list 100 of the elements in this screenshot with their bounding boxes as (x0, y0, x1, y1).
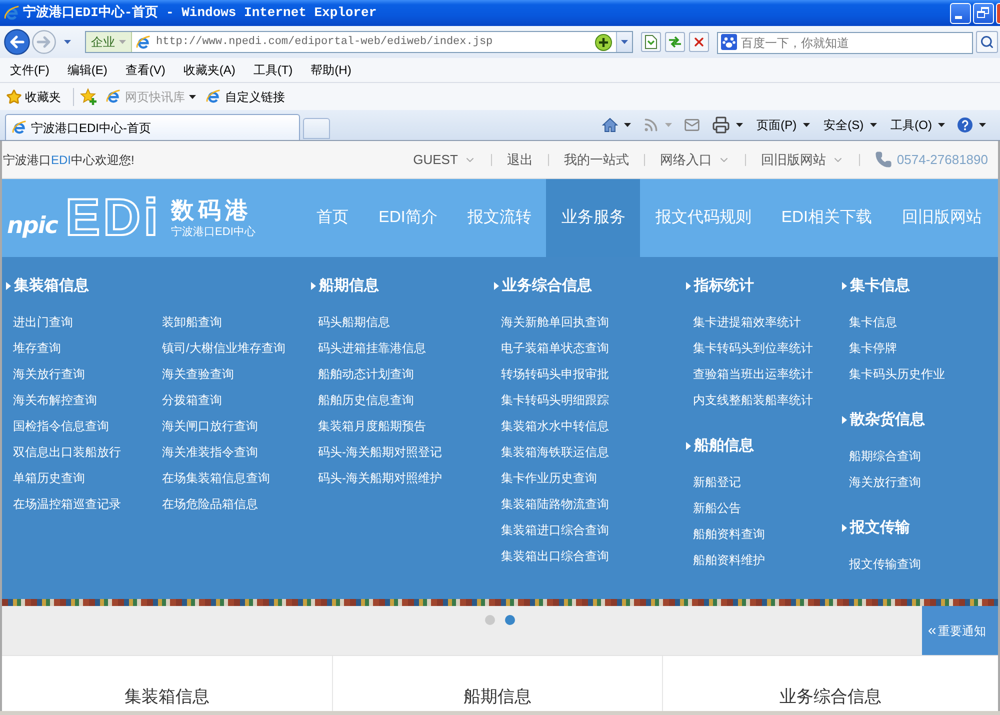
favorites-button[interactable]: 收藏夹 (6, 88, 67, 106)
close-button[interactable] (996, 2, 1000, 24)
refresh-button[interactable] (665, 32, 685, 52)
home-button[interactable] (602, 117, 631, 133)
print-button[interactable] (712, 116, 743, 134)
top-link[interactable]: 网络入口 (644, 150, 745, 170)
notice-tab[interactable]: 重要通知 (922, 606, 998, 655)
nav-item[interactable]: 报文代码规则 (640, 179, 766, 257)
menu-link[interactable]: 码头-海关船期对照维护 (318, 470, 442, 486)
menu-link[interactable]: 内支线整船装船率统计 (693, 392, 813, 408)
menu-link[interactable]: 双信息出口装船放行 (13, 444, 121, 460)
welcome-text: 宁波港口 EDI中心欢迎您! (2, 152, 134, 168)
menu-link[interactable]: 集装箱出口综合查询 (501, 548, 610, 564)
menu-link[interactable]: 转场转码头申报审批 (501, 366, 610, 382)
menu-link[interactable]: 电子装箱单状态查询 (501, 340, 610, 356)
section-heading: 报文传输 (850, 518, 910, 538)
menu-link[interactable]: 集卡转码头到位率统计 (693, 340, 813, 356)
menu-link[interactable]: 海关放行查询 (13, 366, 85, 382)
menu-link[interactable]: 船舶资料查询 (693, 526, 765, 542)
menu-link[interactable]: 进出门查询 (13, 314, 73, 330)
menu-link[interactable]: 在场危险品箱信息 (162, 496, 258, 512)
caret-icon (938, 123, 945, 127)
menu-link[interactable]: 海关新舱单回执查询 (501, 314, 610, 330)
compatibility-button[interactable] (641, 32, 661, 52)
menu-link[interactable]: 海关闸口放行查询 (162, 418, 258, 434)
caret-icon (624, 123, 631, 127)
menu-link[interactable]: 分拨箱查询 (162, 392, 222, 408)
menu-link[interactable]: 集装箱陆路物流查询 (501, 496, 610, 512)
mail-button[interactable] (684, 117, 700, 133)
menu-link[interactable]: 码头船期信息 (318, 314, 390, 330)
address-dropdown[interactable] (616, 32, 632, 52)
nav-item[interactable]: 回旧版网站 (887, 179, 997, 257)
favorite-link[interactable]: 自定义链接 (206, 88, 285, 106)
top-link[interactable]: 我的一站式 (548, 150, 644, 170)
command-menu-button[interactable]: 安全(S) (824, 116, 877, 134)
menu-link[interactable]: 国检指令信息查询 (13, 418, 109, 434)
search-field[interactable]: 百度一下，你就知道 (717, 32, 973, 54)
menu-link[interactable]: 船舶历史信息查询 (318, 392, 414, 408)
menu-link[interactable]: 集装箱月度船期预告 (318, 418, 426, 434)
menu-link[interactable]: 在场温控箱巡查记录 (13, 496, 121, 512)
menu-link[interactable]: 在场集装箱信息查询 (162, 470, 270, 486)
nav-item[interactable]: EDI简介 (364, 179, 452, 257)
triangle-bullet-icon (6, 282, 11, 290)
menu-item[interactable]: 帮助(H) (302, 58, 360, 82)
nav-item[interactable]: 业务服务 (546, 179, 640, 257)
menu-link[interactable]: 海关准装指令查询 (162, 444, 258, 460)
menu-link[interactable]: 集卡码头历史作业 (849, 366, 945, 382)
restore-button[interactable] (973, 2, 994, 24)
menu-link[interactable]: 集卡信息 (849, 314, 897, 330)
nav-item[interactable]: EDI相关下载 (766, 179, 887, 257)
minimize-button[interactable] (950, 2, 971, 24)
nav-item[interactable]: 首页 (302, 179, 364, 257)
menu-link[interactable]: 集装箱水水中转信息 (501, 418, 610, 434)
stop-button[interactable] (689, 32, 709, 52)
menu-link[interactable]: 船舶动态计划查询 (318, 366, 414, 382)
logo-name: 数码港 (171, 197, 254, 223)
menu-link[interactable]: 船期综合查询 (849, 448, 921, 464)
menu-item[interactable]: 编辑(E) (58, 58, 116, 82)
browser-logo-icon (206, 89, 221, 104)
menu-link[interactable]: 集卡作业历史查询 (501, 470, 598, 486)
menu-link[interactable]: 船舶资料维护 (693, 552, 765, 568)
command-menu-button[interactable]: 页面(P) (756, 116, 810, 134)
search-button[interactable] (976, 31, 998, 53)
menu-link[interactable]: 集装箱海铁联运信息 (501, 444, 610, 460)
menu-link[interactable]: 海关放行查询 (849, 474, 921, 490)
top-link[interactable]: 回旧版网站 (746, 150, 859, 170)
menu-item[interactable]: 收藏夹(A) (174, 58, 244, 82)
menu-link[interactable]: 单箱历史查询 (13, 470, 85, 486)
top-link[interactable]: GUEST (398, 150, 491, 170)
back-button[interactable] (4, 29, 30, 55)
menu-link[interactable]: 集卡进提箱效率统计 (693, 314, 801, 330)
zone-dropdown[interactable]: 企业 (86, 32, 132, 52)
address-field[interactable]: 企业 http://www.npedi.com/ediportal-web/ediweb/index.jsp (85, 31, 633, 53)
menu-link[interactable]: 集卡转码头明细跟踪 (501, 392, 610, 408)
menu-link[interactable]: 码头进箱挂靠港信息 (318, 340, 426, 356)
section-heading: 集装箱信息 (14, 276, 89, 296)
menu-link[interactable]: 码头-海关船期对照登记 (318, 444, 442, 460)
menu-link[interactable]: 镇司/大榭信业堆存查询 (162, 340, 286, 356)
menu-link[interactable]: 报文传输查询 (849, 556, 921, 572)
menu-item[interactable]: 文件(F) (1, 58, 58, 82)
top-link[interactable]: 退出 (492, 150, 548, 170)
menu-item[interactable]: 查看(V) (116, 58, 174, 82)
menu-link[interactable]: 查验箱当班出运率统计 (693, 366, 813, 382)
menu-link[interactable]: 新船公告 (693, 500, 741, 516)
browser-tab[interactable]: 宁波港口EDI中心-首页 (5, 114, 300, 140)
card-title: 业务综合信息 (780, 686, 882, 708)
menu-item[interactable]: 工具(T) (244, 58, 302, 82)
add-icon (595, 34, 612, 50)
menu-link[interactable]: 海关布解控查询 (13, 392, 97, 408)
add-button[interactable] (595, 34, 612, 50)
menu-link[interactable]: 集卡停牌 (849, 340, 897, 356)
menu-link[interactable]: 集装箱进口综合查询 (501, 522, 610, 538)
add-favorite-button[interactable] (80, 88, 98, 106)
menu-link[interactable]: 堆存查询 (13, 340, 61, 356)
menu-link[interactable]: 装卸船查询 (162, 314, 222, 330)
menu-link[interactable]: 新船登记 (693, 474, 741, 490)
nav-item[interactable]: 报文流转 (452, 179, 546, 257)
menu-link[interactable]: 海关查验查询 (162, 366, 234, 382)
command-menu-button[interactable]: 工具(O) (890, 116, 945, 134)
help-button[interactable] (957, 117, 986, 133)
